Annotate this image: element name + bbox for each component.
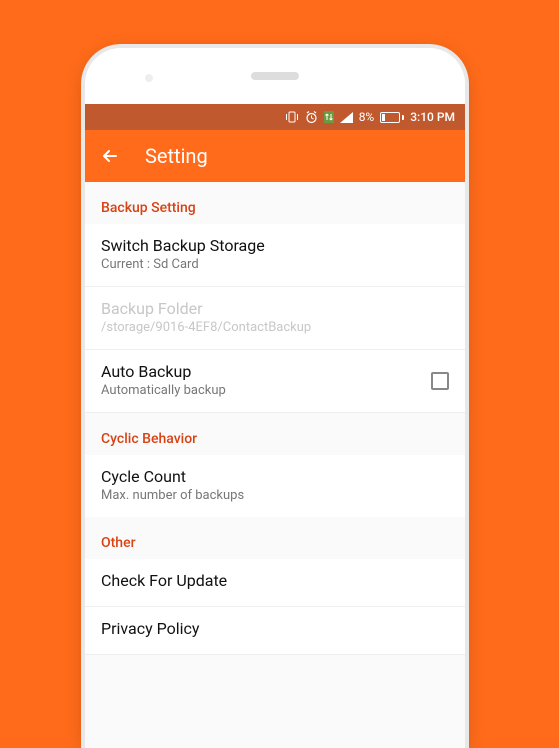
app-bar: Setting [85, 130, 465, 182]
item-subtitle: Max. number of backups [101, 488, 449, 503]
item-cycle-count[interactable]: Cycle Count Max. number of backups [85, 455, 465, 517]
signal-icon [340, 112, 353, 123]
battery-icon [380, 112, 404, 123]
checkbox-icon[interactable] [431, 372, 449, 390]
item-switch-backup-storage[interactable]: Switch Backup Storage Current : Sd Card [85, 224, 465, 287]
vibrate-icon [285, 111, 299, 123]
item-subtitle: Current : Sd Card [101, 257, 449, 272]
item-title: Check For Update [101, 571, 449, 590]
item-title: Auto Backup [101, 362, 415, 381]
item-auto-backup[interactable]: Auto Backup Automatically backup [85, 350, 465, 413]
status-time: 3:10 PM [410, 110, 455, 124]
back-button[interactable] [99, 145, 121, 167]
item-title: Switch Backup Storage [101, 236, 449, 255]
section-header-other: Other [85, 517, 465, 559]
section-header-cyclic: Cyclic Behavior [85, 413, 465, 455]
phone-speaker [251, 72, 299, 80]
section-header-backup: Backup Setting [85, 182, 465, 224]
page-title: Setting [145, 144, 208, 168]
item-title: Privacy Policy [101, 619, 449, 638]
phone-frame: 8% 3:10 PM Setting Backup Setting Switch… [85, 48, 465, 748]
item-title: Backup Folder [101, 299, 449, 318]
settings-list[interactable]: Backup Setting Switch Backup Storage Cur… [85, 182, 465, 748]
item-title: Cycle Count [101, 467, 449, 486]
item-subtitle: /storage/9016-4EF8/ContactBackup [101, 320, 449, 335]
item-privacy-policy[interactable]: Privacy Policy [85, 607, 465, 655]
item-subtitle: Automatically backup [101, 383, 415, 398]
phone-sensor [145, 74, 153, 82]
alarm-icon [305, 111, 318, 124]
item-backup-folder: Backup Folder /storage/9016-4EF8/Contact… [85, 287, 465, 350]
item-check-update[interactable]: Check For Update [85, 559, 465, 607]
battery-percent: 8% [359, 110, 375, 124]
data-icon [324, 111, 334, 123]
phone-bezel-top [85, 48, 465, 104]
status-bar: 8% 3:10 PM [85, 104, 465, 130]
